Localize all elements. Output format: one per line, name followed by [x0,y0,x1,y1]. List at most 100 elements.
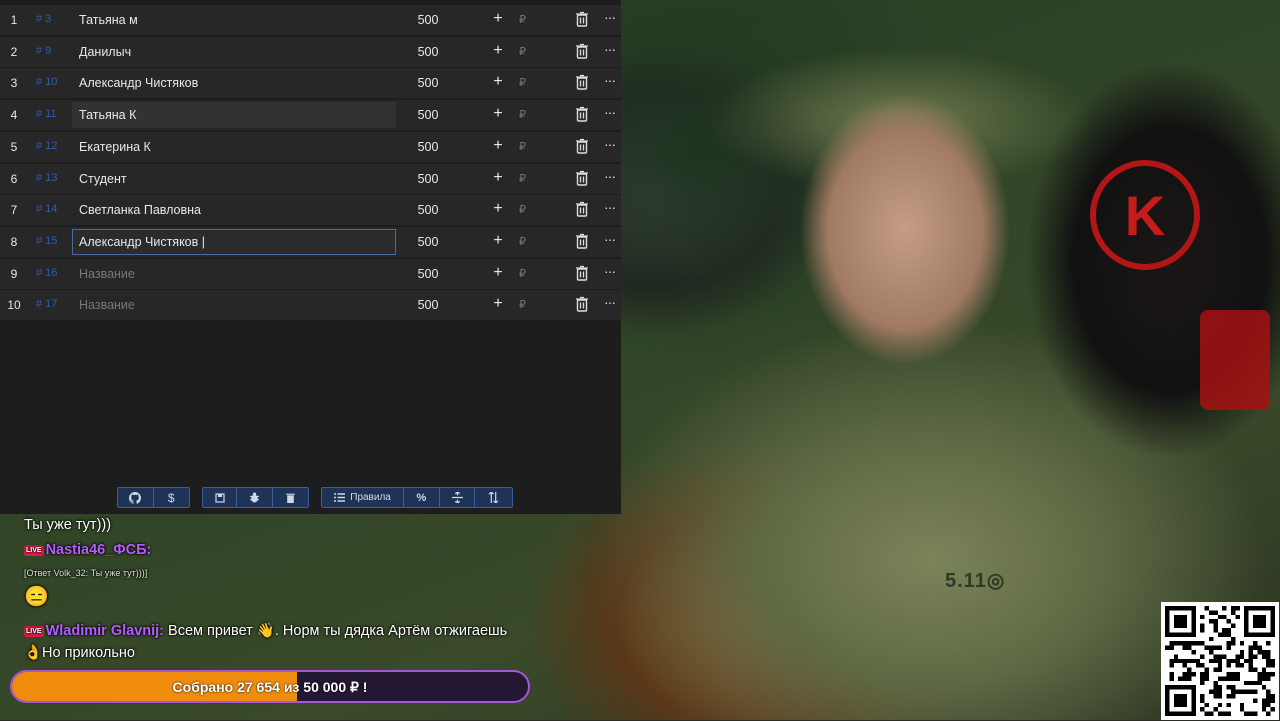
row-number: 8 [10,234,18,249]
name-input[interactable]: Студент [72,166,396,192]
ruble-icon: ₽ [519,45,526,58]
chat-reply: [Ответ Volk_32: Ты уже тут)))] [24,568,148,578]
clear-trash-icon [285,493,295,503]
more-icon[interactable]: ··· [604,231,616,247]
trash-icon[interactable] [575,74,589,91]
more-icon[interactable]: ··· [604,263,616,279]
more-icon[interactable]: ··· [604,9,616,25]
trash-icon[interactable] [575,138,589,154]
table-row: 3 # 10 Александр Чистяков 500 + ₽ ··· [0,68,621,99]
trash-icon[interactable] [575,296,589,312]
table-row: 9 # 16 Название 500 + ₽ ··· [0,258,621,289]
row-id: # 10 [36,76,58,89]
more-icon[interactable]: ··· [604,136,616,152]
chat-emoji: 😑 [24,586,49,608]
trash-icon[interactable] [575,265,589,281]
more-icon[interactable]: ··· [604,168,616,184]
amount-field[interactable]: 500 [408,108,448,122]
add-amount-button[interactable]: + [490,232,506,250]
name-input[interactable]: Александр Чистяков | [72,228,396,255]
live-badge: LIVE [24,544,44,556]
add-amount-button[interactable]: + [490,200,506,218]
chat-message-4: 👌Но прикольно [24,645,135,661]
name-input[interactable]: Татьяна К [72,102,396,129]
add-amount-button[interactable]: + [490,10,506,28]
add-amount-button[interactable]: + [490,105,506,123]
add-amount-button[interactable]: + [490,169,506,187]
amount-field[interactable]: 500 [408,76,448,90]
amount-field[interactable]: 500 [408,172,448,186]
add-amount-button[interactable]: + [490,73,506,91]
add-amount-button[interactable]: + [490,42,506,60]
amount-field[interactable]: 500 [408,267,448,281]
more-icon[interactable]: ··· [604,41,616,57]
amount-field[interactable]: 500 [408,203,448,217]
trash-icon[interactable] [575,233,589,249]
sort-button[interactable] [475,488,512,507]
name-input[interactable]: Данилыч [72,39,396,65]
name-input[interactable]: Татьяна м [72,7,396,33]
trash-icon[interactable] [575,170,589,186]
row-number: 6 [10,171,18,186]
chat-message-1: LIVE Nastia46_ФСБ: [24,542,151,558]
name-input[interactable]: Екатерина К [72,134,396,160]
more-icon[interactable]: ··· [604,72,616,88]
add-amount-button[interactable]: + [490,137,506,155]
table-row: 5 # 12 Екатерина К 500 + ₽ ··· [0,131,621,162]
row-number: 5 [10,139,18,154]
donate-button[interactable]: $ [154,488,190,507]
amount-field[interactable]: 500 [408,235,448,249]
split-icon [451,492,463,503]
ruble-icon: ₽ [519,109,526,122]
name-input[interactable]: Название [72,292,396,318]
row-id: # 3 [36,13,52,25]
list-icon [334,493,346,502]
chat-nick: Wladimir Glavnij: [45,623,164,639]
amount-field[interactable]: 500 [408,140,448,154]
clear-button[interactable] [273,488,308,507]
row-id: # 13 [36,171,58,184]
github-button[interactable] [118,488,154,507]
table-row: 6 # 13 Студент 500 + ₽ ··· [0,163,621,194]
row-id: # 17 [36,298,58,311]
chat-nick: Nastia46_ФСБ: [45,542,152,558]
amount-field[interactable]: 500 [408,45,448,59]
name-input[interactable]: Название [72,261,396,287]
row-number: 2 [10,44,18,59]
row-id: # 9 [36,44,52,57]
save-button[interactable] [203,488,238,507]
trash-icon[interactable] [575,201,589,217]
amount-field[interactable]: 500 [408,298,448,312]
percent-button[interactable]: % [404,488,440,507]
rules-label: Правила [350,492,391,503]
goal-target: 50 000 ₽ ! [303,679,368,695]
bug-button[interactable] [237,488,273,507]
table-row: 8 # 15 Александр Чистяков | 500 + ₽ ··· [0,226,621,257]
trash-icon[interactable] [575,106,589,122]
ruble-icon: ₽ [519,172,526,185]
row-id: # 11 [36,108,57,121]
more-icon[interactable]: ··· [604,294,616,310]
split-button[interactable] [440,488,476,507]
row-number: 4 [10,108,18,123]
more-icon[interactable]: ··· [604,104,616,120]
row-number: 7 [10,203,18,218]
row-id: # 16 [36,266,58,279]
ruble-icon: ₽ [519,140,526,153]
name-input[interactable]: Светланка Павловна [72,197,396,223]
trash-icon[interactable] [575,43,589,59]
table-row: 2 # 9 Данилыч 500 + ₽ ··· [0,36,621,67]
donation-table-panel: 1 # 3 Татьяна м 500 + ₽ ··· 2 # 9 Данилыч 500 + ₽ ···… [0,0,621,514]
add-amount-button[interactable]: + [490,295,506,313]
amount-field[interactable]: 500 [408,13,448,27]
rules-button[interactable]: Правила [322,488,405,507]
table-row: 4 # 11 Татьяна К 500 + ₽ ··· [0,100,621,131]
name-input[interactable]: Александр Чистяков [72,70,396,96]
more-icon[interactable]: ··· [604,199,616,215]
github-icon [129,491,142,504]
ruble-icon: ₽ [519,204,526,217]
add-amount-button[interactable]: + [490,264,506,282]
toolbar-group-links: $ [117,487,190,508]
trash-icon[interactable] [575,11,589,27]
goal-text: Собрано 27 654 из 50 000 ₽ ! [12,679,528,696]
